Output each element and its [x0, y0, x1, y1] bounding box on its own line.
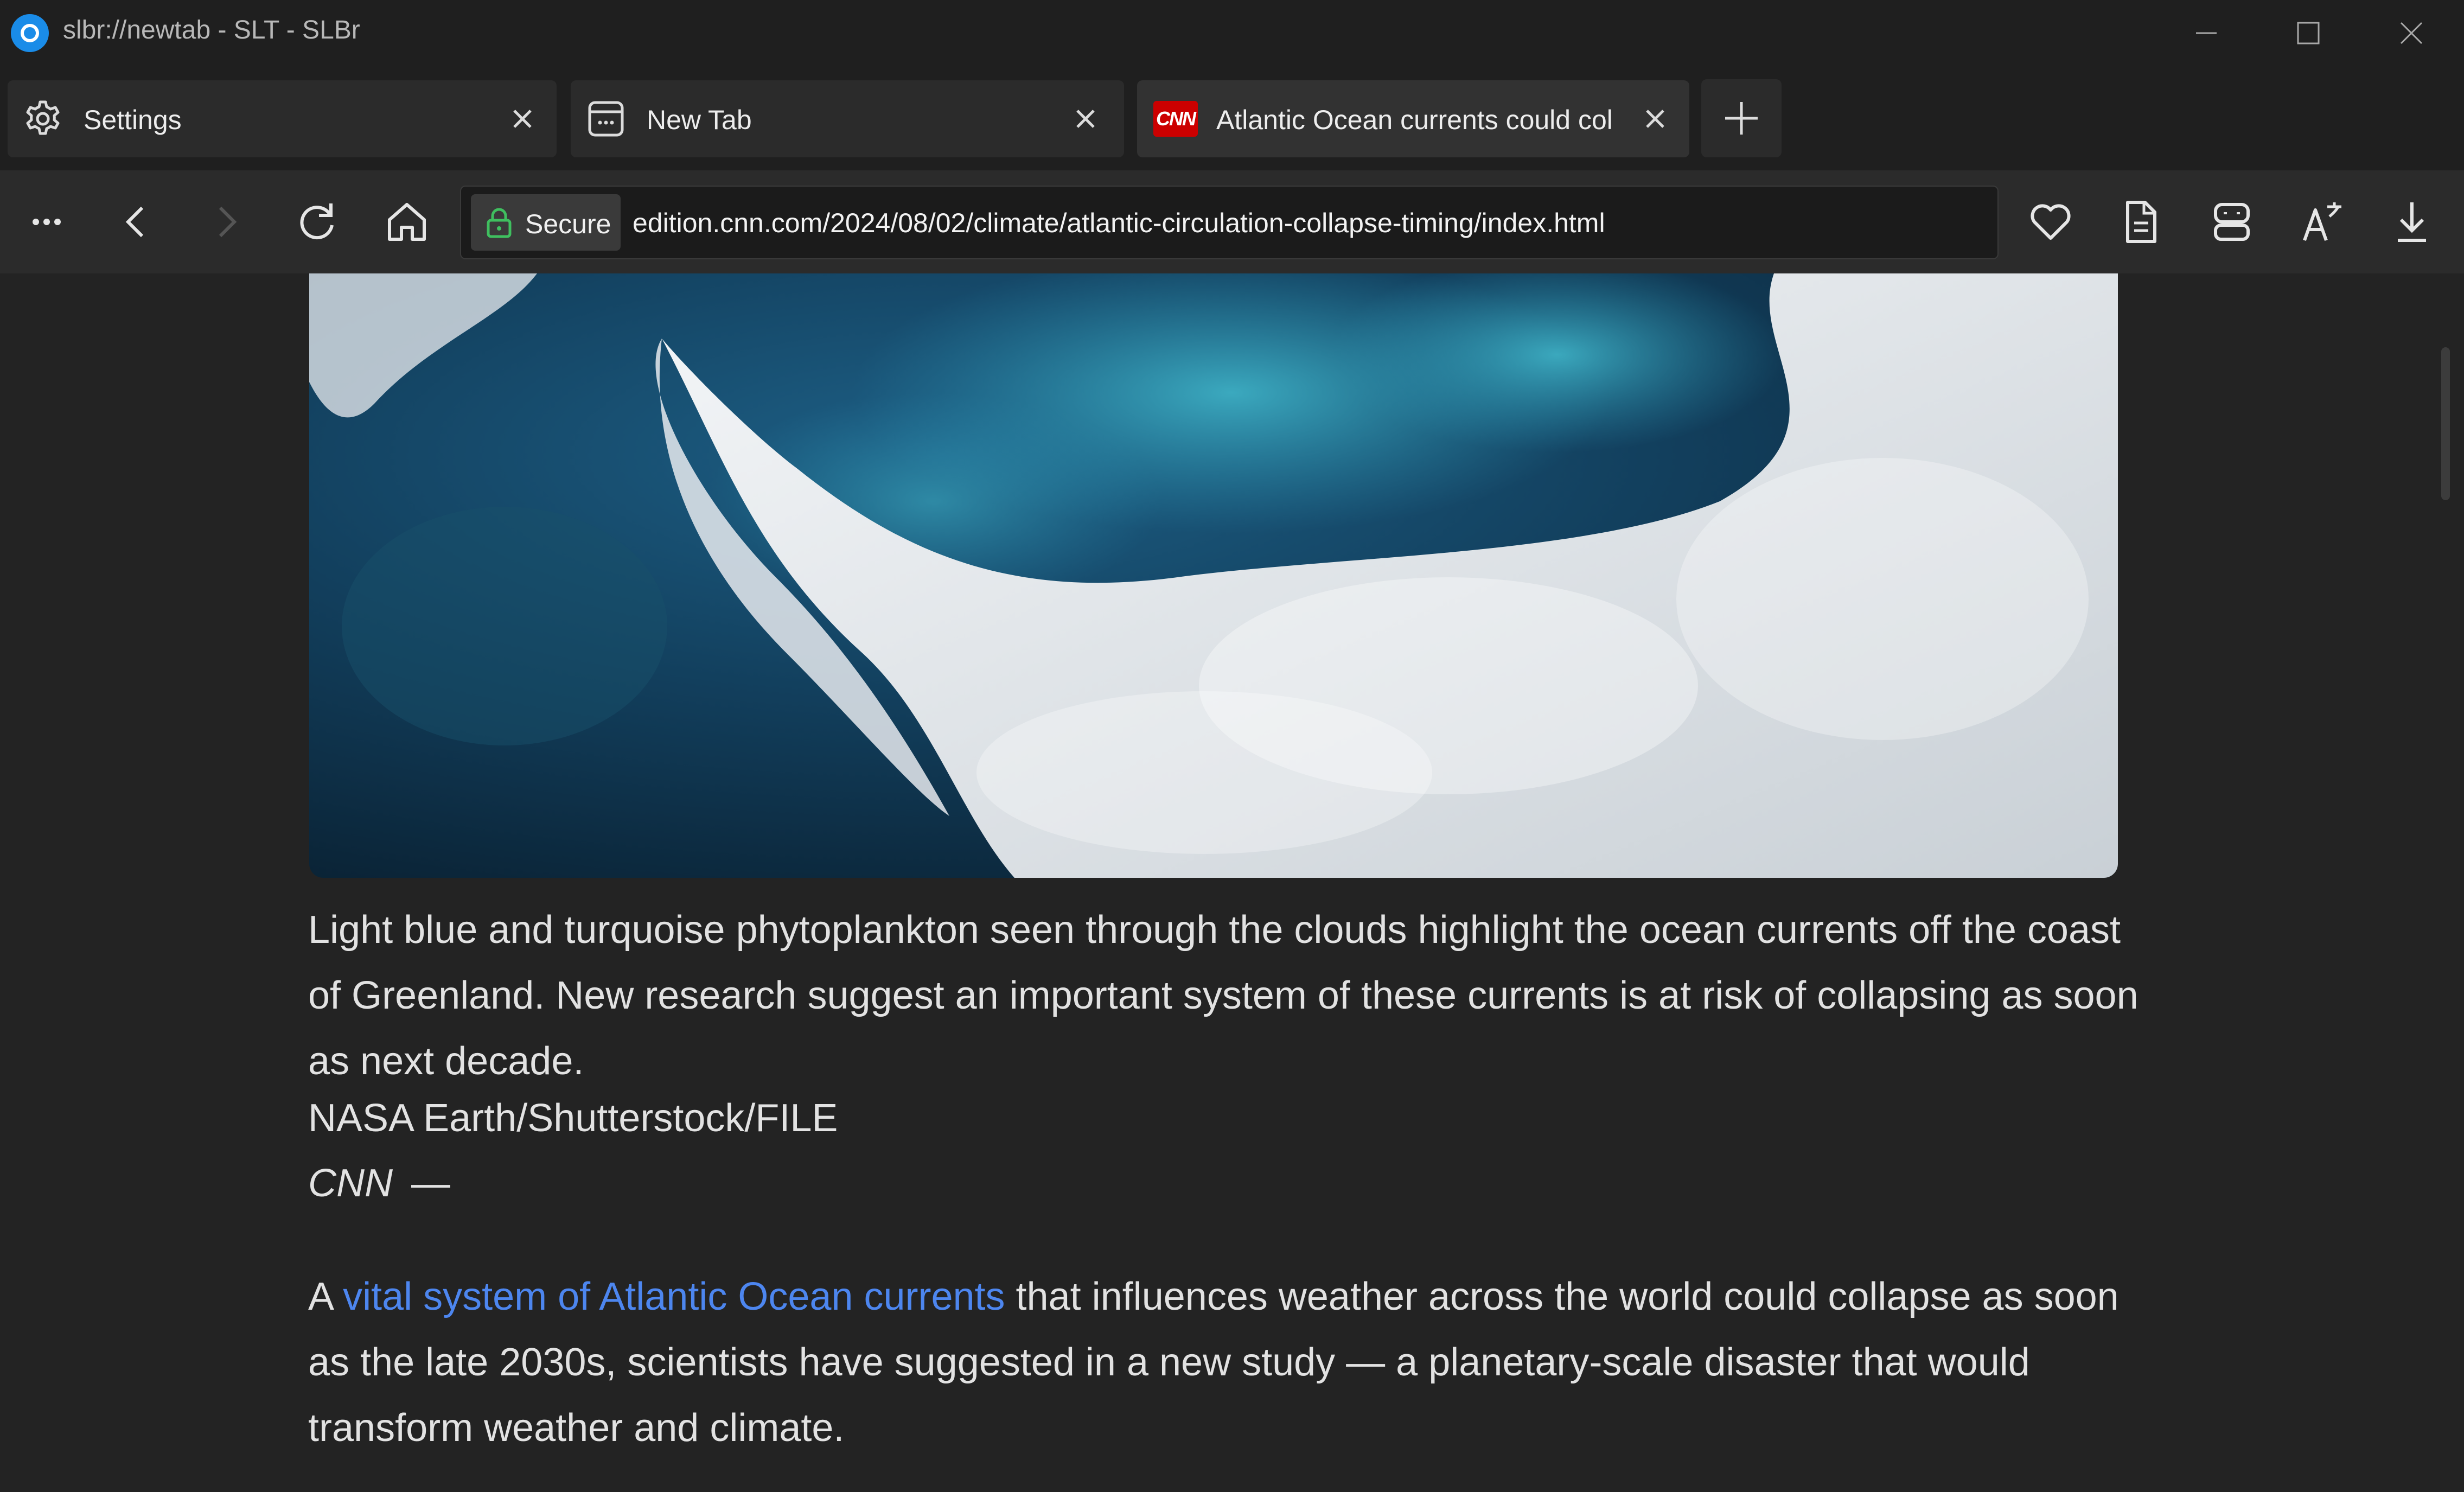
heart-icon — [2031, 204, 2071, 240]
close-icon — [513, 110, 532, 128]
tab-cnn-article[interactable]: CNN Atlantic Ocean currents could col — [1137, 80, 1689, 157]
paragraph-prefix: A — [308, 1275, 343, 1318]
maximize-icon — [2297, 22, 2320, 44]
chevron-left-icon — [125, 206, 144, 238]
gear-icon — [23, 99, 63, 139]
title-bar: slbr://newtab - SLT - SLBr — [0, 0, 2464, 67]
tab-label: Settings — [84, 105, 182, 135]
translate-button[interactable] — [2295, 195, 2349, 249]
ai-assistant-button[interactable] — [2205, 195, 2259, 249]
navigation-toolbar: Secure edition.cnn.com/2024/08/02/climat… — [0, 170, 2464, 273]
page-content: Light blue and turquoise phytoplankton s… — [0, 273, 2464, 1492]
byline-source: CNN — [308, 1162, 393, 1205]
url-text[interactable]: edition.cnn.com/2024/08/02/climate/atlan… — [633, 207, 1605, 239]
address-bar[interactable]: Secure edition.cnn.com/2024/08/02/climat… — [460, 186, 1999, 259]
reload-button[interactable] — [290, 195, 344, 249]
home-button[interactable] — [380, 195, 434, 249]
byline: CNN — — [308, 1161, 450, 1206]
article-paragraph: A vital system of Atlantic Ocean current… — [308, 1264, 2153, 1461]
article-hero-image — [309, 273, 2118, 878]
close-icon — [2400, 22, 2423, 44]
more-dots-icon — [33, 219, 61, 225]
lock-icon — [482, 205, 516, 240]
reload-icon — [300, 203, 334, 240]
menu-button[interactable] — [20, 195, 74, 249]
tab-strip: Settings New Tab CNN Atlantic Ocean curr… — [0, 67, 2464, 170]
secure-label: Secure — [525, 209, 611, 239]
close-icon — [1646, 110, 1664, 128]
tab-label: New Tab — [647, 105, 752, 135]
reader-mode-button[interactable] — [2114, 195, 2168, 249]
maximize-button[interactable] — [2278, 10, 2338, 56]
downloads-button[interactable] — [2385, 195, 2439, 249]
close-icon — [1076, 110, 1095, 128]
tab-new-tab[interactable]: New Tab — [571, 80, 1124, 157]
bot-icon — [2214, 203, 2250, 241]
site-info-button[interactable]: Secure — [471, 194, 621, 251]
tab-settings[interactable]: Settings — [8, 80, 557, 157]
image-caption: Light blue and turquoise phytoplankton s… — [308, 908, 2139, 1083]
tab-label: Atlantic Ocean currents could col — [1216, 105, 1613, 135]
cnn-favicon: CNN — [1153, 101, 1198, 137]
tab-close-button[interactable] — [1069, 102, 1102, 136]
new-tab-page-icon — [586, 99, 626, 139]
atlantic-currents-link[interactable]: vital system of Atlantic Ocean currents — [343, 1275, 1005, 1318]
document-icon — [2126, 201, 2156, 243]
tab-close-button[interactable] — [1638, 102, 1672, 136]
slbr-logo-icon — [11, 14, 49, 52]
window-title: slbr://newtab - SLT - SLBr — [63, 16, 360, 44]
home-icon — [388, 203, 426, 241]
scrollbar-thumb[interactable] — [2441, 347, 2450, 500]
close-window-button[interactable] — [2382, 10, 2441, 56]
download-icon — [2398, 202, 2426, 242]
byline-dash: — — [411, 1162, 450, 1205]
chevron-right-icon — [219, 206, 237, 238]
favorite-button[interactable] — [2023, 195, 2078, 249]
minimize-button[interactable] — [2176, 10, 2236, 56]
plus-icon — [1725, 102, 1758, 135]
tab-close-button[interactable] — [506, 102, 539, 136]
forward-button[interactable] — [199, 195, 253, 249]
minimize-icon — [2196, 32, 2217, 34]
translate-icon — [2303, 202, 2341, 241]
new-tab-button[interactable] — [1701, 79, 1782, 157]
image-credit: NASA Earth/Shutterstock/FILE — [308, 1096, 838, 1140]
back-button[interactable] — [110, 195, 164, 249]
